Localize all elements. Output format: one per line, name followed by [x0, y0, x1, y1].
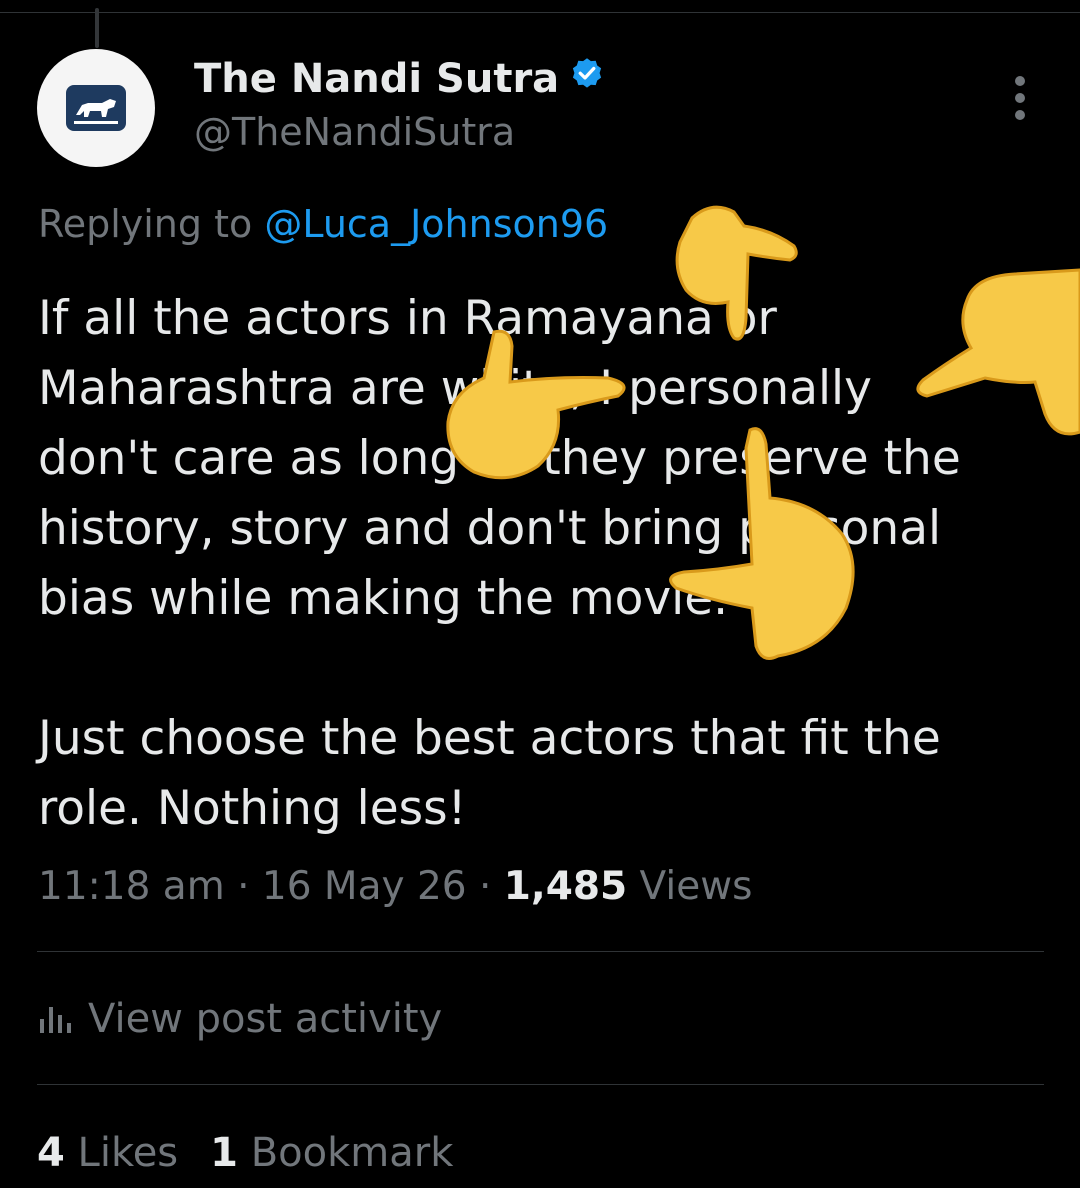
likes-stat[interactable]: 4 Likes [37, 1130, 178, 1176]
meta-separator: · [224, 864, 262, 909]
likes-label: Likes [64, 1130, 179, 1176]
pointing-hand-emoji-icon [916, 268, 1080, 436]
bookmarks-count: 1 [210, 1130, 238, 1176]
top-divider [0, 12, 1080, 13]
views-label: Views [627, 864, 753, 909]
more-dot [1015, 93, 1025, 103]
tweet-text-line: history, story and don't bring personal [38, 501, 942, 556]
views-count: 1,485 [503, 864, 628, 909]
thread-connector-line [95, 8, 99, 48]
tweet-text-line: bias while making the movie. [38, 571, 729, 626]
bar-chart-icon [40, 1007, 71, 1033]
view-post-activity-label[interactable]: View post activity [88, 996, 442, 1042]
replying-to-label: Replying to [38, 202, 265, 246]
more-options-button[interactable] [1000, 76, 1040, 120]
author-display-name[interactable]: The Nandi Sutra [194, 56, 605, 102]
replying-to-line: Replying to @Luca_Johnson96 [38, 202, 608, 246]
tweet-text-line: role. Nothing less! [38, 781, 467, 836]
tweet-metadata: 11:18 am · 16 May 26 · 1,485 Views [38, 864, 752, 909]
pointing-hand-emoji-icon [446, 329, 626, 480]
avatar[interactable] [37, 49, 155, 167]
pointing-hand-emoji-icon [675, 205, 798, 341]
author-handle[interactable]: @TheNandiSutra [194, 110, 515, 154]
tweet-time[interactable]: 11:18 am [38, 864, 225, 909]
more-dot [1015, 76, 1025, 86]
bull-logo-icon [66, 85, 126, 131]
meta-separator: · [466, 864, 504, 909]
tweet-text-line: Just choose the best actors that fit the [38, 711, 941, 766]
likes-count: 4 [37, 1130, 65, 1176]
author-name-text[interactable]: The Nandi Sutra [194, 56, 559, 102]
divider [37, 951, 1044, 952]
more-dot [1015, 110, 1025, 120]
tweet-date[interactable]: 16 May 26 [262, 864, 467, 909]
reply-mention-link[interactable]: @Luca_Johnson96 [264, 202, 608, 246]
verified-badge-icon[interactable] [569, 56, 605, 102]
bookmarks-label: Bookmark [238, 1130, 454, 1176]
bookmarks-stat[interactable]: 1 Bookmark [210, 1130, 453, 1176]
pointing-hand-emoji-icon [669, 427, 855, 660]
divider [37, 1084, 1044, 1085]
engagement-stats: 4 Likes 1 Bookmark [37, 1130, 485, 1176]
view-post-activity-link[interactable]: View post activity [38, 996, 442, 1042]
